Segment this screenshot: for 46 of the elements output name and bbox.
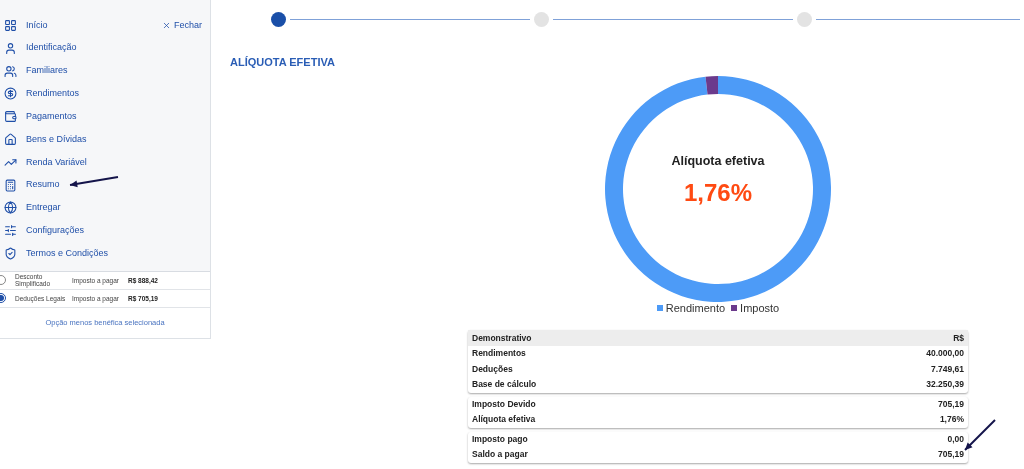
table-cell: 0,00 bbox=[947, 432, 964, 446]
legend-label: Rendimento bbox=[665, 300, 726, 316]
table-cell: Rendimentos bbox=[472, 347, 526, 361]
table-cell: 705,19 bbox=[938, 448, 964, 462]
table-cell: Saldo a pagar bbox=[472, 448, 528, 462]
grid-icon bbox=[4, 18, 17, 32]
table-cell: 7.749,61 bbox=[930, 362, 964, 376]
table-cell: 1,76% bbox=[939, 413, 964, 427]
legend-label: Imposto bbox=[740, 300, 780, 316]
wallet-icon bbox=[4, 110, 17, 124]
table-cell: Imposto Devido bbox=[472, 397, 536, 411]
table-cell: 40.000,00 bbox=[926, 347, 964, 361]
nav-item[interactable]: Termos e Condições bbox=[26, 246, 109, 261]
donut-center-value: 1,76% bbox=[683, 177, 753, 208]
donut-center-label: Alíquota efetiva bbox=[671, 153, 765, 171]
nav-item[interactable]: Identificação bbox=[26, 41, 77, 55]
table-cell: Base de cálculo bbox=[472, 378, 537, 392]
nav-item[interactable]: Resumo bbox=[26, 178, 60, 192]
column-header: Demonstrativo bbox=[472, 331, 532, 345]
people-icon bbox=[4, 64, 17, 78]
table-cell: 705,19 bbox=[938, 397, 964, 411]
nav-item[interactable]: Bens e Dívidas bbox=[26, 132, 87, 147]
table-cell: Imposto pago bbox=[472, 432, 528, 446]
close-button[interactable]: Fechar bbox=[162, 18, 202, 33]
section-title: ALÍQUOTA EFETIVA bbox=[230, 55, 336, 70]
person-icon bbox=[4, 41, 17, 55]
annotation-arrow bbox=[69, 176, 119, 189]
nav-item[interactable]: Renda Variável bbox=[26, 155, 87, 170]
nav-item[interactable]: Familiares bbox=[26, 64, 68, 78]
nav-item[interactable]: Configurações bbox=[26, 223, 85, 238]
nav-item[interactable]: Entregar bbox=[26, 201, 61, 215]
shield-icon bbox=[4, 247, 17, 261]
calculator-icon bbox=[4, 178, 17, 192]
dollar-coin-icon bbox=[4, 87, 17, 101]
globe-icon bbox=[4, 201, 17, 215]
column-header: R$ bbox=[953, 331, 964, 345]
sliders-icon bbox=[4, 224, 17, 238]
close-icon bbox=[162, 20, 171, 30]
nav-item[interactable]: Rendimentos bbox=[26, 87, 80, 101]
table-cell: Deduções bbox=[472, 362, 513, 376]
table-cell: Alíquota efetiva bbox=[472, 413, 536, 427]
table-cell: 32.250,39 bbox=[926, 378, 964, 392]
house-icon bbox=[4, 132, 17, 146]
nav-item[interactable]: Início bbox=[26, 18, 48, 33]
annotation-arrow bbox=[964, 419, 996, 451]
nav-item[interactable]: Pagamentos bbox=[26, 109, 77, 124]
